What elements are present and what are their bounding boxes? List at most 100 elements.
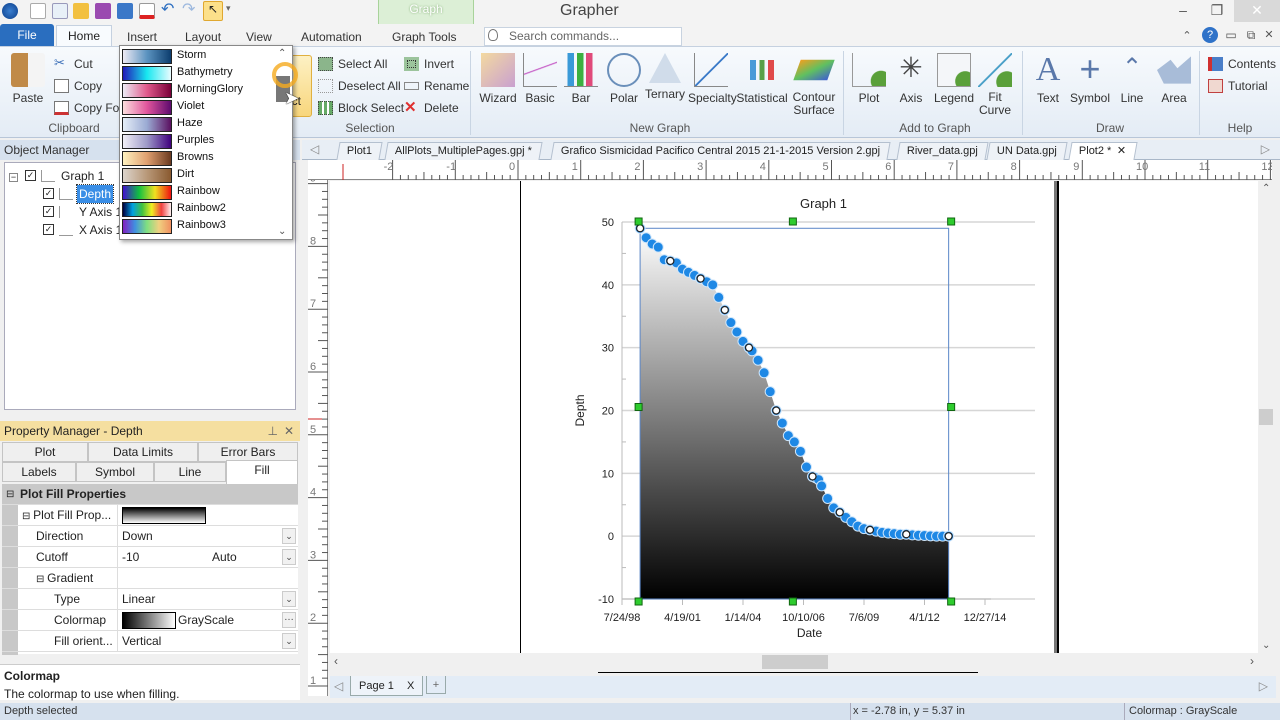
- data-point[interactable]: [800, 461, 812, 473]
- data-point[interactable]: [822, 492, 834, 504]
- collapse-icon[interactable]: ⊟: [36, 574, 47, 585]
- fill-swatch[interactable]: [122, 507, 206, 524]
- tab-data-limits[interactable]: Data Limits: [88, 442, 198, 462]
- pin-icon[interactable]: ⊥: [268, 421, 278, 441]
- colormap-option-rainbow3[interactable]: Rainbow3: [122, 218, 274, 235]
- x-axis-title[interactable]: Date: [797, 626, 823, 640]
- collapse-icon[interactable]: ⊟: [6, 484, 14, 505]
- data-point[interactable]: [752, 354, 764, 366]
- colormap-option-violet[interactable]: Violet: [122, 99, 274, 116]
- selection-handle[interactable]: [947, 217, 956, 226]
- doc-tab-plot1[interactable]: Plot1: [336, 142, 383, 160]
- collapse-icon[interactable]: ⊟: [22, 511, 33, 522]
- select-icon[interactable]: ↖: [203, 1, 223, 21]
- colormap-option-rainbow2[interactable]: Rainbow2: [122, 201, 274, 218]
- y-axis-title[interactable]: Depth: [573, 394, 587, 426]
- selection-handle[interactable]: [947, 403, 956, 411]
- scroll-down-icon[interactable]: ⌄: [1262, 640, 1270, 651]
- restore-button[interactable]: ❐: [1200, 0, 1234, 22]
- close-pane-icon[interactable]: ✕: [284, 421, 294, 441]
- prop-type[interactable]: Type Linear ⌄: [2, 589, 298, 610]
- visibility-checkbox[interactable]: ✓: [43, 206, 54, 217]
- selection-handle[interactable]: [947, 597, 956, 606]
- statistical-button[interactable]: Statistical: [736, 53, 788, 105]
- mdi-close-icon[interactable]: ✕: [1260, 25, 1278, 47]
- data-point[interactable]: [725, 317, 737, 329]
- tab-home[interactable]: Home: [56, 25, 112, 47]
- selected-point-marker[interactable]: [865, 525, 875, 534]
- selected-point-marker[interactable]: [902, 530, 911, 539]
- selected-point-marker[interactable]: [720, 305, 729, 315]
- selected-point-marker[interactable]: [772, 406, 781, 415]
- visibility-checkbox[interactable]: ✓: [25, 170, 36, 181]
- selection-handle[interactable]: [634, 597, 643, 606]
- tab-graph-tools[interactable]: Graph Tools: [392, 30, 456, 44]
- plot-fill-area[interactable]: [640, 228, 949, 599]
- scroll-up-icon[interactable]: ⌃: [278, 48, 286, 59]
- delete-button[interactable]: ✕ Delete: [404, 99, 459, 117]
- bar-button[interactable]: Bar: [564, 53, 598, 105]
- doc-tab-allplots[interactable]: AllPlots_MultiplePages.gpj *: [384, 142, 543, 160]
- prop-cutoff[interactable]: Cutoff -10 Auto ⌄: [2, 547, 298, 568]
- data-point[interactable]: [731, 326, 743, 338]
- colormap-swatch[interactable]: [122, 612, 176, 629]
- fit-curve-button[interactable]: Fit Curve: [976, 53, 1014, 117]
- import-icon[interactable]: [117, 3, 133, 19]
- copy-button[interactable]: Copy: [54, 77, 102, 95]
- add-plot-button[interactable]: Plot: [852, 53, 886, 105]
- tab-fill[interactable]: Fill: [226, 460, 298, 484]
- data-point[interactable]: [758, 367, 770, 379]
- draw-text-button[interactable]: A Text: [1030, 53, 1066, 106]
- page-scroll-left-icon[interactable]: ◁: [334, 679, 343, 693]
- copy-format-button[interactable]: Copy For: [54, 99, 123, 117]
- tab-layout[interactable]: Layout: [185, 30, 221, 44]
- page-scroll-right-icon[interactable]: ▷: [1259, 679, 1268, 693]
- customize-icon[interactable]: ▾: [226, 3, 242, 19]
- selected-point-marker[interactable]: [666, 256, 675, 266]
- selection-handle[interactable]: [788, 597, 797, 606]
- minimize-button[interactable]: –: [1166, 0, 1200, 22]
- section-plot-fill-properties[interactable]: ⊟ Plot Fill Properties: [2, 484, 298, 505]
- data-point[interactable]: [707, 279, 719, 291]
- scroll-thumb[interactable]: [762, 655, 828, 669]
- doc-tab-plot2[interactable]: Plot2 * ✕: [1068, 142, 1138, 160]
- save-icon[interactable]: [95, 3, 111, 19]
- tab-automation[interactable]: Automation: [301, 30, 362, 44]
- help-icon[interactable]: ?: [1202, 27, 1218, 43]
- chart-title[interactable]: Graph 1: [800, 196, 847, 211]
- app-menu-icon[interactable]: [2, 3, 18, 19]
- paste-button[interactable]: Paste: [10, 53, 46, 105]
- tabs-scroll-right-icon[interactable]: ▷: [1261, 142, 1270, 156]
- prop-plot-fill[interactable]: ⊟ Plot Fill Prop...: [2, 505, 298, 526]
- dropdown-arrow-icon[interactable]: ⌄: [282, 549, 296, 565]
- new-plot-icon[interactable]: [30, 3, 46, 19]
- colormap-option-purples[interactable]: Purples: [122, 133, 274, 150]
- search-commands-input[interactable]: Search commands...: [484, 27, 682, 46]
- open-icon[interactable]: [73, 3, 89, 19]
- selected-point-marker[interactable]: [944, 532, 953, 541]
- collapse-ribbon-icon[interactable]: ⌃: [1178, 26, 1196, 48]
- colormap-option-browns[interactable]: Browns: [122, 150, 274, 167]
- select-all-button[interactable]: Select All: [318, 55, 387, 73]
- colormap-option-storm[interactable]: Storm: [122, 48, 274, 65]
- cut-button[interactable]: ✂ Cut: [54, 55, 93, 73]
- undo-icon[interactable]: ↶: [161, 2, 177, 19]
- data-point[interactable]: [776, 417, 788, 429]
- vertical-scrollbar[interactable]: ⌃ ⌄: [1258, 181, 1276, 653]
- data-point[interactable]: [713, 291, 725, 303]
- visibility-checkbox[interactable]: ✓: [43, 224, 54, 235]
- tab-insert[interactable]: Insert: [127, 30, 157, 44]
- data-point[interactable]: [816, 480, 828, 492]
- selection-handle[interactable]: [634, 403, 643, 411]
- selected-point-marker[interactable]: [744, 343, 754, 352]
- colormap-option-haze[interactable]: Haze: [122, 116, 274, 133]
- prop-direction[interactable]: Direction Down ⌄: [2, 526, 298, 547]
- data-point[interactable]: [764, 386, 776, 398]
- block-select-button[interactable]: Block Select: [318, 99, 404, 117]
- horizontal-scrollbar[interactable]: ‹ ›: [330, 653, 1258, 671]
- plot-canvas[interactable]: -10 0 10 20 30 40 50 7/24/98 4/19/01 1/14/04 10/10…: [330, 181, 1258, 653]
- rename-button[interactable]: Rename: [404, 77, 469, 95]
- tab-line[interactable]: Line: [154, 462, 226, 482]
- scroll-down-icon[interactable]: ⌄: [278, 226, 286, 237]
- export-icon[interactable]: [139, 3, 155, 19]
